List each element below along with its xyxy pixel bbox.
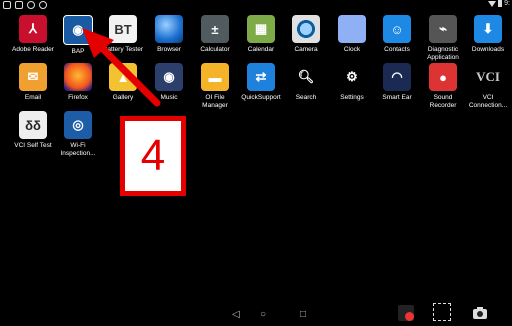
pointer-arrow-annotation — [82, 28, 161, 107]
close-badge-icon — [405, 312, 414, 321]
navigation-bar: ◁ ○ □ — [0, 303, 512, 323]
notification-tray-icon[interactable] — [398, 305, 414, 321]
screenshot-icon[interactable] — [433, 303, 451, 321]
recents-button[interactable]: □ — [300, 309, 306, 320]
camera-icon[interactable] — [472, 305, 488, 321]
step-number-callout: 4 — [120, 116, 186, 196]
back-button[interactable]: ◁ — [232, 309, 240, 320]
step-number: 4 — [140, 131, 166, 180]
home-button[interactable]: ○ — [260, 309, 266, 320]
